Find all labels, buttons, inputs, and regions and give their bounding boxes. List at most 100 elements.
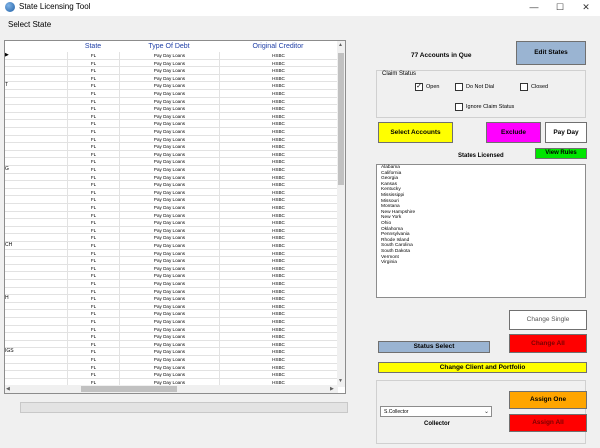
cell-state: FL <box>67 74 119 83</box>
table-row[interactable]: FL Pay Day Loans HSBC <box>5 264 338 273</box>
vertical-scroll-thumb[interactable] <box>338 53 344 185</box>
edit-states-button[interactable]: Edit States <box>516 41 586 65</box>
table-row[interactable]: G FL Pay Day Loans HSBC <box>5 166 338 174</box>
status-select-button[interactable]: Status Select <box>378 341 490 353</box>
cell-type-of-debt: Pay Day Loans <box>119 340 219 349</box>
cell-state: FL <box>67 211 119 220</box>
table-row[interactable]: FL Pay Day Loans HSBC <box>5 120 338 128</box>
assign-one-button[interactable]: Assign One <box>509 391 587 409</box>
column-header-state[interactable]: State <box>67 41 119 52</box>
cell-original-creditor: HSBC <box>219 226 337 235</box>
column-header-type-of-debt[interactable]: Type Of Debt <box>119 41 219 52</box>
claim-do-not-dial-checkbox[interactable] <box>455 83 463 91</box>
cell-original-creditor: HSBC <box>219 196 337 204</box>
select-accounts-button[interactable]: Select Accounts <box>378 122 453 143</box>
change-single-button[interactable]: Change Single <box>509 310 587 330</box>
horizontal-scrollbar[interactable]: ◀ ▶ <box>5 385 338 393</box>
pay-day-rules-button[interactable]: Pay Day Rules <box>545 122 587 155</box>
minimize-icon[interactable]: — <box>521 0 547 16</box>
assign-all-button[interactable]: Assign All <box>509 414 587 432</box>
claim-closed-checkbox[interactable] <box>520 83 528 91</box>
collector-select[interactable]: S.Collector ⌄ <box>380 406 492 417</box>
table-row[interactable]: ▶ FL Pay Day Loans HSBC <box>5 52 338 60</box>
column-header-original-creditor[interactable]: Original Creditor <box>219 41 337 52</box>
table-row[interactable]: FL Pay Day Loans HSBC <box>5 363 338 372</box>
table-row[interactable]: IGS FL Pay Day Loans HSBC <box>5 348 338 356</box>
table-row[interactable]: FL Pay Day Loans HSBC <box>5 340 338 349</box>
table-row[interactable]: FL Pay Day Loans HSBC <box>5 325 338 334</box>
table-row[interactable]: FL Pay Day Loans HSBC <box>5 143 338 151</box>
table-row[interactable]: CH FL Pay Day Loans HSBC <box>5 242 338 250</box>
scroll-right-icon[interactable]: ▶ <box>330 386 334 392</box>
ignore-claim-status-checkbox[interactable] <box>455 103 463 111</box>
table-row[interactable]: FL Pay Day Loans HSBC <box>5 356 338 364</box>
cell-type-of-debt: Pay Day Loans <box>119 356 219 364</box>
scroll-down-icon[interactable]: ▼ <box>338 378 343 384</box>
table-row[interactable]: FL Pay Day Loans HSBC <box>5 257 338 265</box>
table-row[interactable]: FL Pay Day Loans HSBC <box>5 204 338 212</box>
cell-state: FL <box>67 272 119 280</box>
maximize-icon[interactable]: ☐ <box>547 0 573 16</box>
cell-state: FL <box>67 52 119 60</box>
accounts-grid[interactable]: State Type Of Debt Original Creditor ▶ FL… <box>4 40 346 394</box>
view-rules-button[interactable]: View Rules <box>535 148 587 159</box>
states-licensed-list[interactable]: Alabama California Georgia Kansas Kentucky Mi… <box>376 164 586 298</box>
vertical-scrollbar[interactable]: ▲ ▼ <box>337 41 345 387</box>
table-row[interactable]: FL Pay Day Loans HSBC <box>5 67 338 75</box>
table-row[interactable]: FL Pay Day Loans HSBC <box>5 128 338 136</box>
table-row[interactable]: FL Pay Day Loans HSBC <box>5 196 338 204</box>
list-item[interactable]: Virginia <box>377 260 585 266</box>
scroll-up-icon[interactable]: ▲ <box>338 42 343 48</box>
row-header-cell[interactable]: G <box>5 166 20 174</box>
table-row[interactable]: FL Pay Day Loans HSBC <box>5 74 338 83</box>
row-header-cell[interactable]: CH <box>5 242 20 250</box>
table-row[interactable]: FL Pay Day Loans HSBC <box>5 105 338 113</box>
table-row[interactable]: FL Pay Day Loans HSBC <box>5 112 338 121</box>
table-row[interactable]: FL Pay Day Loans HSBC <box>5 226 338 235</box>
cell-state: FL <box>67 295 119 303</box>
table-row[interactable]: H FL Pay Day Loans HSBC <box>5 295 338 303</box>
table-row[interactable]: FL Pay Day Loans HSBC <box>5 59 338 68</box>
table-row[interactable]: FL Pay Day Loans HSBC <box>5 333 338 341</box>
table-row[interactable]: FL Pay Day Loans HSBC <box>5 249 338 258</box>
table-row[interactable]: FL Pay Day Loans HSBC <box>5 302 338 311</box>
table-row[interactable]: FL Pay Day Loans HSBC <box>5 150 338 159</box>
table-row[interactable]: FL Pay Day Loans HSBC <box>5 188 338 197</box>
table-row[interactable]: FL Pay Day Loans HSBC <box>5 173 338 182</box>
cell-original-creditor: HSBC <box>219 188 337 197</box>
cell-state: FL <box>67 371 119 379</box>
cell-state: FL <box>67 90 119 98</box>
table-row[interactable]: FL Pay Day Loans HSBC <box>5 234 338 242</box>
claim-open-checkbox[interactable]: ✓ <box>415 83 423 91</box>
table-row[interactable]: FL Pay Day Loans HSBC <box>5 318 338 326</box>
app-globe-icon <box>5 2 15 12</box>
close-icon[interactable]: ✕ <box>573 0 599 16</box>
horizontal-scroll-thumb[interactable] <box>81 386 177 392</box>
row-header-cell[interactable]: H <box>5 295 20 303</box>
scroll-left-icon[interactable]: ◀ <box>6 386 10 392</box>
cell-type-of-debt: Pay Day Loans <box>119 166 219 174</box>
table-row[interactable]: FL Pay Day Loans HSBC <box>5 371 338 379</box>
row-header-cell[interactable]: IGS <box>5 348 20 356</box>
exclude-button[interactable]: Exclude <box>486 122 541 143</box>
table-row[interactable]: T FL Pay Day Loans HSBC <box>5 82 338 90</box>
change-all-button[interactable]: Change All <box>509 334 587 353</box>
change-client-portfolio-button[interactable]: Change Client and Portfolio <box>378 362 587 373</box>
table-row[interactable]: FL Pay Day Loans HSBC <box>5 90 338 98</box>
menu-select-state[interactable]: Select State <box>8 20 51 29</box>
claim-status-title: Claim Status <box>382 71 417 77</box>
table-row[interactable]: FL Pay Day Loans HSBC <box>5 272 338 280</box>
table-row[interactable]: FL Pay Day Loans HSBC <box>5 97 338 106</box>
table-row[interactable]: FL Pay Day Loans HSBC <box>5 310 338 318</box>
table-row[interactable]: FL Pay Day Loans HSBC <box>5 135 338 144</box>
row-header-cell[interactable]: T <box>5 82 20 90</box>
table-row[interactable]: FL Pay Day Loans HSBC <box>5 287 338 296</box>
table-row[interactable]: FL Pay Day Loans HSBC <box>5 211 338 220</box>
cell-state: FL <box>67 188 119 197</box>
cell-type-of-debt: Pay Day Loans <box>119 59 219 68</box>
row-header-cell[interactable]: ▶ <box>5 52 20 60</box>
table-row[interactable]: FL Pay Day Loans HSBC <box>5 181 338 189</box>
table-row[interactable]: FL Pay Day Loans HSBC <box>5 280 338 288</box>
table-row[interactable]: FL Pay Day Loans HSBC <box>5 219 338 227</box>
table-row[interactable]: FL Pay Day Loans HSBC <box>5 158 338 166</box>
